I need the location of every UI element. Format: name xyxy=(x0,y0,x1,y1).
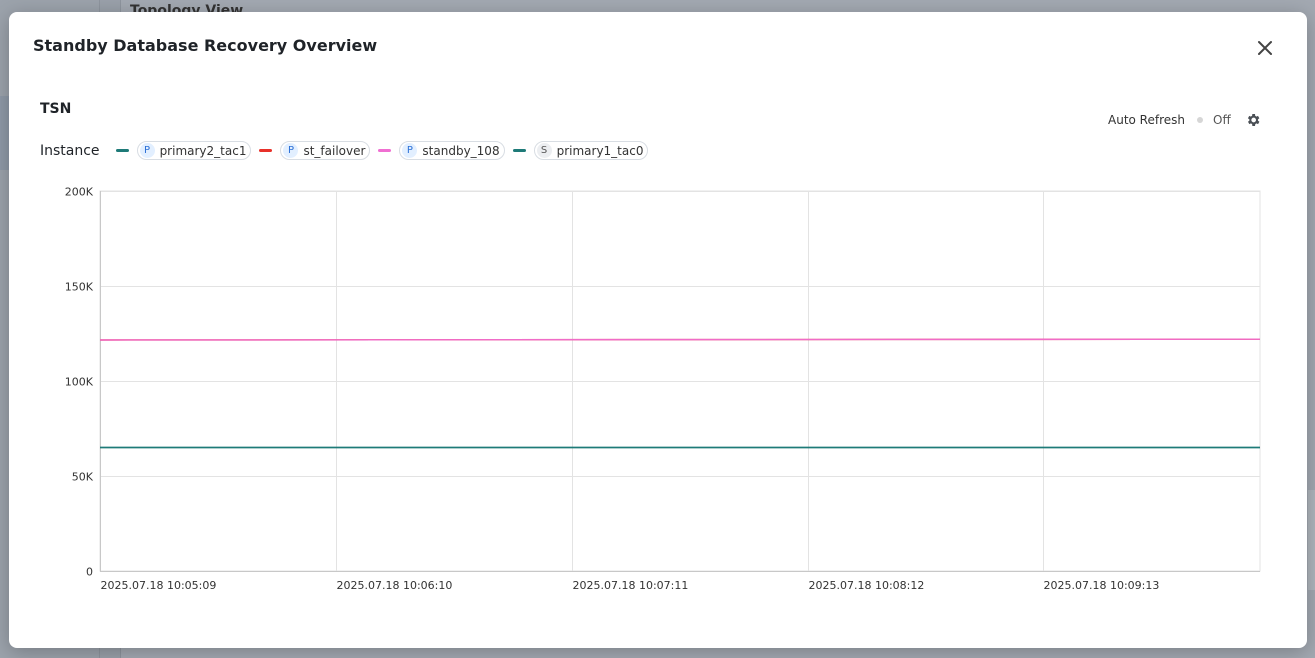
y-tick-label: 200K xyxy=(65,186,94,199)
x-tick-label: 2025.07.18 10:09:13 xyxy=(1044,579,1160,592)
x-tick-label: 2025.07.18 10:08:12 xyxy=(809,579,925,592)
x-tick-label: 2025.07.18 10:06:10 xyxy=(337,579,453,592)
recovery-overview-modal: Standby Database Recovery Overview TSN A… xyxy=(9,12,1307,648)
x-tick-label: 2025.07.18 10:05:09 xyxy=(101,579,217,592)
tsn-line-chart[interactable]: 0 50K 100K 150K 200K 2025.07.18 10:05:09 2025.… xyxy=(9,12,1307,648)
y-tick-label: 150K xyxy=(65,281,94,294)
background-section-title: Topology View xyxy=(130,3,244,12)
y-tick-label: 0 xyxy=(86,566,93,579)
background-edge xyxy=(1308,490,1315,590)
y-tick-label: 50K xyxy=(72,471,94,484)
x-tick-label: 2025.07.18 10:07:11 xyxy=(573,579,689,592)
y-tick-label: 100K xyxy=(65,376,94,389)
series-line-standby-108[interactable] xyxy=(99,338,1261,341)
